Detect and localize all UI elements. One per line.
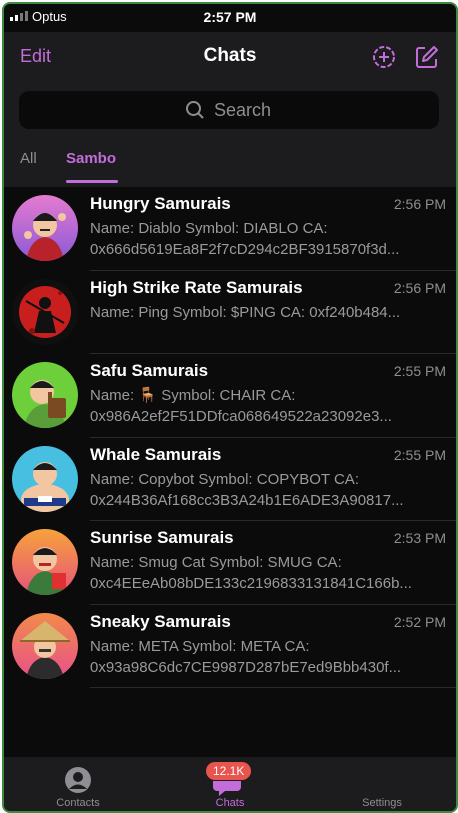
chat-row[interactable]: Safu Samurais 2:55 PM Name: 🪑 Symbol: CH… xyxy=(4,354,456,438)
preview-line: Name: Diablo Symbol: DIABLO CA: xyxy=(90,220,328,237)
search-icon xyxy=(186,101,204,119)
compose-icon[interactable] xyxy=(414,44,440,70)
chat-time: 2:56 PM xyxy=(393,279,446,296)
search-input[interactable]: Search xyxy=(19,91,439,129)
active-tab-indicator xyxy=(66,180,118,183)
chat-name: Hungry Samurais xyxy=(90,194,231,213)
chats-header: Edit Chats Search All Sambo xyxy=(4,32,456,187)
chat-preview: Name: META Symbol: META CA: 0x93a98C6dc7… xyxy=(90,636,446,678)
status-bar: Optus 2:57 PM xyxy=(4,4,456,28)
chat-name: Safu Samurais xyxy=(90,361,209,380)
folder-tab-all[interactable]: All xyxy=(20,150,37,167)
chat-row[interactable]: Sunrise Samurais 2:53 PM Name: Smug Cat … xyxy=(4,521,456,605)
search-placeholder: Search xyxy=(214,100,272,120)
preview-line: 0x244B36Af168cc3B3A24b1E6ADE3A90817... xyxy=(90,491,404,509)
chat-avatar xyxy=(12,445,78,512)
preview-line: Name: META Symbol: META CA: xyxy=(90,637,310,655)
new-story-icon[interactable] xyxy=(371,44,397,70)
chat-list: Hungry Samurais 2:56 PM Name: Diablo Sym… xyxy=(4,187,456,688)
chat-preview: Name: Smug Cat Symbol: SMUG CA: 0xc4EEeA… xyxy=(90,552,446,594)
folder-tab-sambo[interactable]: Sambo xyxy=(66,150,116,167)
tab-label: Contacts xyxy=(56,797,100,809)
row-divider xyxy=(90,687,456,688)
status-time: 2:57 PM xyxy=(203,9,257,25)
preview-line: Name: Smug Cat Symbol: SMUG CA: xyxy=(90,554,342,571)
unread-badge: 12.1K xyxy=(205,761,253,781)
preview-line: Name: 🪑 Symbol: CHAIR CA: xyxy=(90,387,296,404)
chat-time: 2:56 PM xyxy=(393,196,446,212)
preview-line: 0x666d5619Ea8F2f7cD294c2BF3915870f3d... xyxy=(90,241,400,258)
chat-time: 2:55 PM xyxy=(393,363,446,379)
chat-avatar xyxy=(12,362,78,428)
phone-screen: Optus 2:57 PM Edit Chats Search All Samb… xyxy=(2,2,458,813)
chat-avatar xyxy=(12,195,78,261)
preview-line: Name: Copybot Symbol: COPYBOT CA: xyxy=(90,470,359,488)
tab-bar: Contacts Chats 12.1K Settings xyxy=(4,757,456,811)
tab-label: Chats xyxy=(215,797,245,809)
chat-preview: Name: Copybot Symbol: COPYBOT CA: 0x244B… xyxy=(90,469,446,511)
chat-avatar xyxy=(12,529,78,595)
preview-line: Name: Ping Symbol: $PING CA: 0xf240b484.… xyxy=(90,303,401,321)
tab-contacts[interactable]: Contacts xyxy=(18,757,138,811)
chat-row[interactable]: Whale Samurais 2:55 PM Name: Copybot Sym… xyxy=(4,438,456,521)
contacts-icon xyxy=(65,767,91,793)
chat-preview: Name: Ping Symbol: $PING CA: 0xf240b484.… xyxy=(90,302,446,323)
chat-row[interactable]: Hungry Samurais 2:56 PM Name: Diablo Sym… xyxy=(4,187,456,271)
chat-avatar xyxy=(12,612,78,679)
chat-preview: Name: 🪑 Symbol: CHAIR CA: 0x986A2ef2F51D… xyxy=(90,385,446,427)
chat-row[interactable]: High Strike Rate Samurais 2:56 PM Name: … xyxy=(4,271,456,354)
tab-settings[interactable]: Settings xyxy=(322,757,442,811)
chat-name: Sneaky Samurais xyxy=(90,611,231,631)
chat-time: 2:55 PM xyxy=(393,446,446,463)
tab-label: Settings xyxy=(362,797,402,809)
chat-time: 2:53 PM xyxy=(393,530,446,546)
chat-name: Sunrise Samurais xyxy=(90,528,234,547)
preview-line: 0x986A2ef2F51DDfca068649522a23092e3... xyxy=(90,408,392,425)
preview-line: 0x93a98C6dc7CE9987D287bE7ed9Bbb430f... xyxy=(90,658,402,676)
chat-name: Whale Samurais xyxy=(90,444,222,464)
chat-avatar xyxy=(12,278,78,345)
chat-time: 2:52 PM xyxy=(393,613,446,630)
chat-row[interactable]: Sneaky Samurais 2:52 PM Name: META Symbo… xyxy=(4,605,456,688)
preview-line: 0xc4EEeAb08bDE133c2196833131841C166b... xyxy=(90,575,412,592)
chat-name: High Strike Rate Samurais xyxy=(90,277,303,297)
chat-preview: Name: Diablo Symbol: DIABLO CA: 0x666d56… xyxy=(90,218,446,260)
